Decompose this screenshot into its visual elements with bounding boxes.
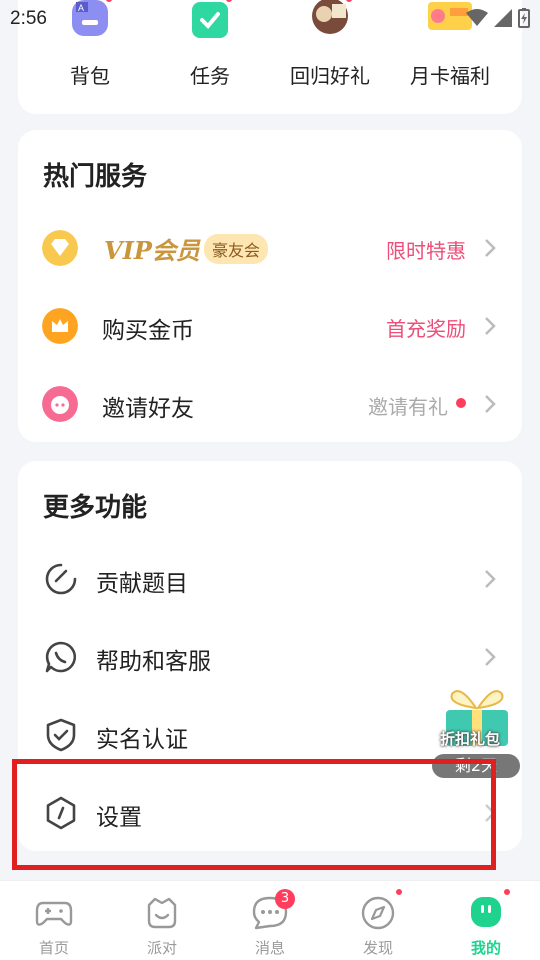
shortcut-label: 任务 (190, 64, 230, 88)
shortcut-label: 背包 (70, 64, 110, 88)
tab-discover[interactable]: 发现 (324, 881, 432, 960)
invite-friends-row[interactable]: 邀请好友 邀请有礼 (18, 365, 522, 443)
tab-label: 首页 (38, 939, 69, 957)
hot-services-card: 热门服务 VIP会员 豪友会 限时特惠 购买金币 首充奖励 邀请好友 邀请有礼 (18, 130, 522, 442)
tab-label: 消息 (254, 939, 285, 957)
tab-party[interactable]: 派对 (108, 881, 216, 960)
chevron-right-icon (485, 395, 496, 413)
tab-label: 派对 (146, 939, 177, 957)
invite-reward-text: 邀请有礼 (368, 395, 448, 419)
wifi-icon (466, 9, 488, 26)
chevron-right-icon (485, 239, 496, 257)
bottom-tab-bar: 首页 派对 3 消息 发现 我的 (0, 880, 540, 960)
shortcut-label: 回归好礼 (290, 64, 370, 88)
chevron-right-icon (485, 317, 496, 335)
chevron-right-icon (485, 570, 496, 588)
tab-label: 发现 (362, 939, 393, 957)
unread-count-badge: 3 (275, 889, 295, 909)
red-dot (456, 398, 466, 408)
more-features-card: 更多功能 贡献题目 帮助和客服 实名认证 设置 (18, 461, 522, 851)
status-bar: 2:56 (0, 0, 540, 40)
crown-icon (42, 308, 78, 344)
invite-friends-label: 邀请好友 (102, 396, 194, 422)
help-label: 帮助和客服 (96, 649, 211, 675)
diamond-icon (42, 230, 78, 266)
signal-icon (494, 9, 512, 27)
party-icon (147, 897, 177, 929)
tab-messages[interactable]: 3 消息 (216, 881, 324, 960)
tab-me[interactable]: 我的 (432, 881, 540, 960)
gamepad-icon (35, 901, 73, 926)
settings-row[interactable]: 设置 (18, 774, 522, 852)
section-title: 热门服务 (43, 162, 148, 192)
buy-coins-label: 购买金币 (102, 318, 194, 344)
gift-countdown: 剩2天 (432, 754, 520, 778)
contribute-icon (45, 563, 77, 595)
shield-check-icon (46, 718, 76, 752)
buy-coins-row[interactable]: 购买金币 首充奖励 (18, 287, 522, 365)
compass-icon (361, 896, 395, 930)
settings-label: 设置 (96, 805, 142, 831)
vip-row[interactable]: VIP会员 豪友会 限时特惠 (18, 209, 522, 287)
vip-label: VIP会员 (104, 236, 200, 265)
red-dot (502, 887, 512, 897)
me-icon (471, 897, 501, 927)
tab-home[interactable]: 首页 (0, 881, 108, 960)
section-title: 更多功能 (43, 493, 148, 523)
chevron-right-icon (485, 804, 496, 822)
pig-icon (42, 386, 78, 422)
status-time: 2:56 (10, 8, 47, 29)
vip-club-badge: 豪友会 (204, 234, 269, 264)
first-charge-text: 首充奖励 (386, 317, 466, 341)
tab-label: 我的 (470, 939, 501, 957)
verification-label: 实名认证 (96, 727, 188, 753)
discount-gift-float[interactable]: 折扣礼包 剩2天 (432, 680, 520, 780)
shortcut-label: 月卡福利 (410, 64, 490, 88)
red-dot (394, 887, 404, 897)
gift-text: 折扣礼包 (440, 730, 501, 748)
settings-icon (46, 796, 76, 830)
contribute-label: 贡献题目 (96, 571, 188, 597)
vip-promo-text: 限时特惠 (386, 239, 466, 263)
contribute-row[interactable]: 贡献题目 (18, 540, 522, 618)
chevron-right-icon (485, 648, 496, 666)
help-chat-icon (45, 641, 77, 673)
battery-icon (518, 8, 530, 28)
